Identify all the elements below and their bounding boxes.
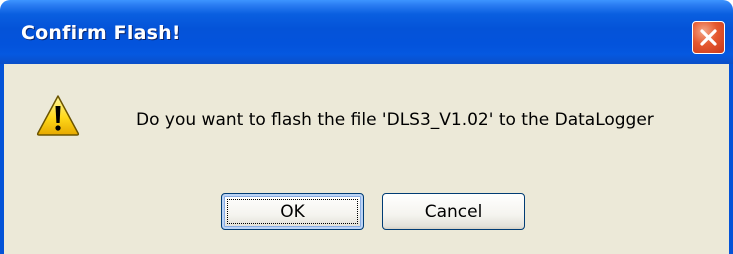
cancel-button-label: Cancel: [424, 201, 483, 222]
ok-button-label: OK: [280, 201, 305, 222]
dialog-message: Do you want to flash the file 'DLS3_V1.0…: [136, 110, 654, 130]
close-button[interactable]: [692, 21, 725, 54]
dialog-body: [0, 64, 733, 254]
cancel-button[interactable]: Cancel: [382, 193, 525, 230]
ok-button[interactable]: OK: [221, 193, 364, 230]
title-bar[interactable]: Confirm Flash!: [0, 0, 733, 64]
warning-icon: [36, 95, 80, 136]
confirm-flash-dialog: Confirm Flash! Do you want to flash the …: [0, 0, 733, 254]
window-title: Confirm Flash!: [21, 22, 181, 44]
close-icon: [700, 29, 717, 46]
